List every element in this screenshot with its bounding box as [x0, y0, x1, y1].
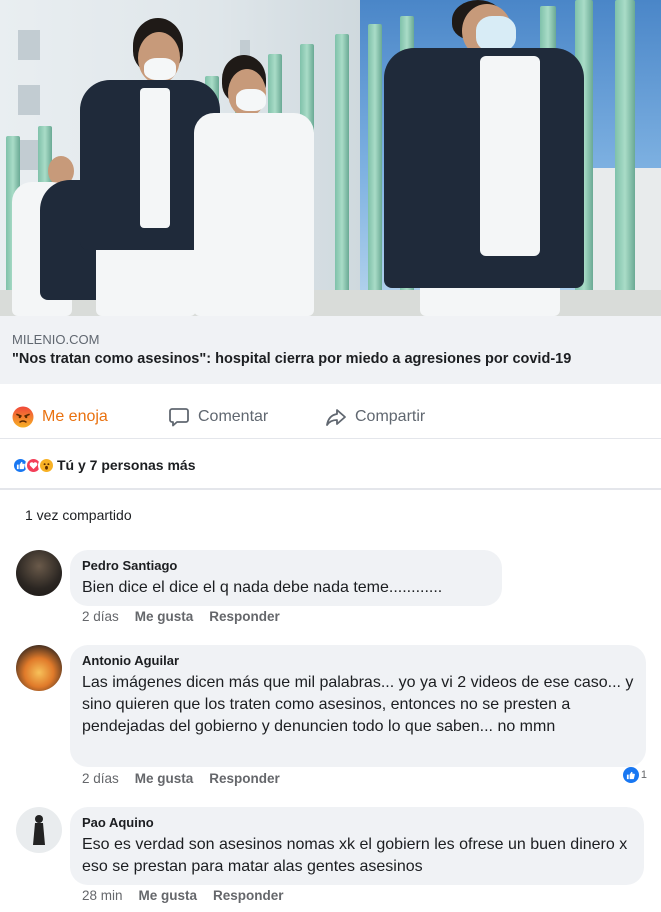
speech-bubble-icon	[168, 406, 190, 428]
avatar-figure	[33, 815, 45, 845]
reply-button[interactable]: Responder	[209, 771, 280, 786]
comment-meta: 28 min Me gusta Responder	[82, 888, 284, 903]
reaction-icons	[12, 456, 55, 474]
share-arrow-icon	[325, 406, 347, 428]
post-action-bar: Me enoja Comentar Compartir	[0, 395, 661, 439]
comment-item: Antonio Aguilar Las imágenes dicen más q…	[0, 643, 661, 793]
comment-author[interactable]: Pao Aquino	[82, 815, 632, 830]
comment-like-count: 1	[640, 769, 647, 781]
comment-meta: 2 días Me gusta Responder	[82, 609, 280, 624]
like-comment-button[interactable]: Me gusta	[139, 888, 198, 903]
reaction-button[interactable]: Me enoja	[12, 401, 108, 433]
comment-bubble: Pao Aquino Eso es verdad son asesinos no…	[70, 807, 644, 885]
nurse-white-uniform	[192, 55, 322, 316]
reactions-text: Tú y 7 personas más	[57, 457, 196, 473]
avatar[interactable]	[16, 645, 62, 691]
avatar[interactable]	[16, 550, 62, 596]
comment-time[interactable]: 28 min	[82, 888, 123, 903]
avatar[interactable]	[16, 807, 62, 853]
comment-bubble: Pedro Santiago Bien dice el dice el q na…	[70, 550, 502, 606]
comment-item: Pao Aquino Eso es verdad son asesinos no…	[0, 805, 661, 912]
link-headline[interactable]: "Nos tratan como asesinos": hospital cie…	[12, 351, 571, 367]
like-comment-button[interactable]: Me gusta	[135, 609, 194, 624]
comment-author[interactable]: Antonio Aguilar	[82, 653, 634, 668]
comment-time[interactable]: 2 días	[82, 771, 119, 786]
comment-item: Pedro Santiago Bien dice el dice el q na…	[0, 548, 661, 638]
comment-text: Bien dice el dice el q nada debe nada te…	[82, 579, 443, 596]
nurse-dark-coat-2	[380, 0, 595, 316]
comment-text: Eso es verdad son asesinos nomas xk el g…	[82, 836, 628, 875]
comment-like-badge[interactable]: 1	[622, 767, 647, 783]
reply-button[interactable]: Responder	[209, 609, 280, 624]
comment-time[interactable]: 2 días	[82, 609, 119, 624]
link-preview[interactable]: MILENIO.COM "Nos tratan como asesinos": …	[0, 316, 661, 384]
comment-label: Comentar	[198, 408, 269, 425]
reaction-label: Me enoja	[42, 408, 108, 425]
link-domain: MILENIO.COM	[12, 332, 100, 347]
comment-text: Las imágenes dicen más que mil palabras.…	[82, 674, 634, 735]
share-button[interactable]: Compartir	[325, 401, 425, 433]
reactions-summary[interactable]: Tú y 7 personas más	[12, 453, 196, 477]
like-icon	[622, 767, 639, 783]
reply-button[interactable]: Responder	[213, 888, 284, 903]
angry-face-icon	[12, 406, 34, 428]
like-comment-button[interactable]: Me gusta	[135, 771, 194, 786]
comment-bubble: Antonio Aguilar Las imágenes dicen más q…	[70, 645, 646, 767]
comment-author[interactable]: Pedro Santiago	[82, 558, 490, 573]
post-image[interactable]	[0, 0, 661, 316]
shares-count[interactable]: 1 vez compartido	[25, 507, 132, 523]
wow-face-icon	[38, 456, 55, 474]
section-divider	[0, 488, 661, 490]
share-label: Compartir	[355, 408, 426, 425]
comment-meta: 2 días Me gusta Responder	[82, 771, 280, 786]
